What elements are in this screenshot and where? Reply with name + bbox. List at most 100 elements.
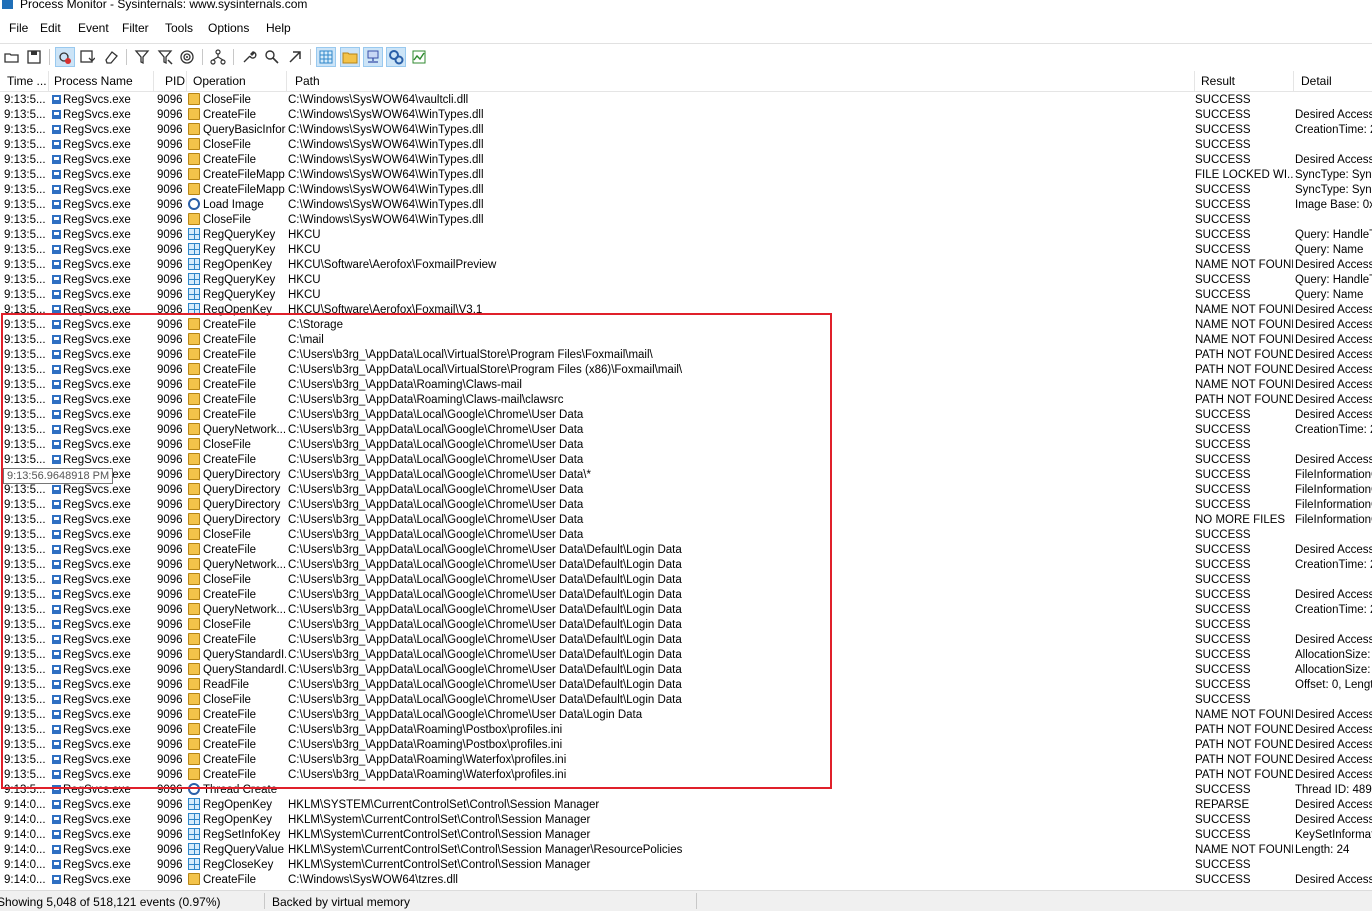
table-row[interactable]: 9:13:5... RegSvcs.exe 9096 CreateFile C:\Use…: [0, 393, 1372, 408]
table-row[interactable]: 9:13:5...RegSvcs.exe9096QueryDirectoryC:…: [0, 513, 1372, 528]
table-row[interactable]: 9:13:5... RegSvcs.exe 9096 RegQueryKey HKCU S…: [0, 243, 1372, 258]
include-process-icon[interactable]: [177, 47, 197, 67]
process-icon: [52, 455, 61, 464]
table-row[interactable]: 9:13:5... RegSvcs.exe 9096 CreateFile C:\Win…: [0, 108, 1372, 123]
file-icon: [188, 678, 200, 690]
profiling-icon[interactable]: [409, 47, 429, 67]
file-activity-icon[interactable]: [340, 47, 360, 67]
table-row[interactable]: 9:13:5... RegSvcs.exe 9096 CreateFile C:\Use…: [0, 723, 1372, 738]
menu-options[interactable]: Options: [208, 21, 249, 35]
table-row[interactable]: 9:13:5... RegSvcs.exe 9096 CreateFile C:\Use…: [0, 633, 1372, 648]
table-row[interactable]: 9:13:5... RegSvcs.exe 9096 RegQueryKey HKCU S…: [0, 228, 1372, 243]
cell-process: RegSvcs.exe: [52, 138, 152, 153]
table-row[interactable]: 9:13:5... RegSvcs.exe 9096 CloseFile C:\Wind…: [0, 138, 1372, 153]
table-row[interactable]: 9:13:5... RegSvcs.exe 9096 ReadFile C:\Users…: [0, 678, 1372, 693]
menu-tools[interactable]: Tools: [165, 21, 193, 35]
table-row[interactable]: 9:14:0... RegSvcs.exe 9096 RegSetInfoKey HKL…: [0, 828, 1372, 843]
find-icon[interactable]: [262, 47, 282, 67]
table-row[interactable]: 9:13:5... RegSvcs.exe 9096 CloseFile C:\Wind…: [0, 213, 1372, 228]
cell-operation: CreateFile: [188, 348, 286, 363]
table-row[interactable]: 9:13:5... RegSvcs.exe 9096 Load Image C:\Win…: [0, 198, 1372, 213]
table-row[interactable]: 9:13:5... RegSvcs.exe 9096 RegQueryKey HKCU S…: [0, 288, 1372, 303]
table-row[interactable]: 9:14:0... RegSvcs.exe 9096 CreateFile C:\Win…: [0, 873, 1372, 888]
event-list[interactable]: 9:13:5... RegSvcs.exe 9096 CloseFile C:\Wind…: [0, 93, 1372, 888]
table-row[interactable]: 9:13:5... RegSvcs.exe 9096 CloseFile C:\User…: [0, 438, 1372, 453]
table-row[interactable]: 9:13:5... RegSvcs.exe 9096 RegOpenKey HKCU\S…: [0, 258, 1372, 273]
table-row[interactable]: 9:13:5...RegSvcs.exe9096QueryDirectoryC:…: [0, 483, 1372, 498]
table-row[interactable]: 9:13:5... RegSvcs.exe 9096 CreateFile C:\Use…: [0, 378, 1372, 393]
menu-event[interactable]: Event: [78, 21, 109, 35]
table-row[interactable]: 9:13:5... RegSvcs.exe 9096 CloseFile C:\User…: [0, 528, 1372, 543]
menu-filter[interactable]: Filter: [122, 21, 149, 35]
table-row[interactable]: 9:13:5... RegSvcs.exe 9096 Thread Create SUC…: [0, 783, 1372, 798]
table-row[interactable]: 9:13:5... RegSvcs.exe 9096 CreateFile C:\Use…: [0, 708, 1372, 723]
capture-icon[interactable]: [55, 47, 75, 67]
table-row[interactable]: 9:13:5...RegSvcs.exe9096QueryDirectoryC:…: [0, 468, 1372, 483]
table-row[interactable]: 9:14:0... RegSvcs.exe 9096 RegQueryValue HKL…: [0, 843, 1372, 858]
network-activity-icon[interactable]: [363, 47, 383, 67]
table-row[interactable]: 9:13:5... RegSvcs.exe 9096 CloseFile C:\User…: [0, 693, 1372, 708]
menu-edit[interactable]: Edit: [40, 21, 61, 35]
table-row[interactable]: 9:14:0... RegSvcs.exe 9096 RegOpenKey HKLM\S…: [0, 813, 1372, 828]
cell-pid: 9096: [157, 784, 183, 796]
open-icon[interactable]: [2, 47, 22, 67]
table-row[interactable]: 9:13:5... RegSvcs.exe 9096 QueryNetwork... C…: [0, 558, 1372, 573]
table-row[interactable]: 9:13:5... RegSvcs.exe 9096 CloseFile C:\Wind…: [0, 93, 1372, 108]
table-row[interactable]: 9:13:5... RegSvcs.exe 9096 CreateFile C:\Win…: [0, 153, 1372, 168]
save-icon[interactable]: [24, 47, 44, 67]
table-row[interactable]: 9:13:5... RegSvcs.exe 9096 CreateFile C:\Use…: [0, 753, 1372, 768]
clear-icon[interactable]: [101, 47, 121, 67]
table-row[interactable]: 9:13:5... RegSvcs.exe 9096 CreateFile C:\Use…: [0, 348, 1372, 363]
table-row[interactable]: 9:13:5... RegSvcs.exe 9096 CreateFile C:\Use…: [0, 768, 1372, 783]
cell-pid: 9096: [157, 409, 183, 421]
cell-pid: 9096: [157, 394, 183, 406]
process-activity-icon[interactable]: [386, 47, 406, 67]
filter-icon[interactable]: [132, 47, 152, 67]
table-row[interactable]: 9:13:5... RegSvcs.exe 9096 QueryStandardI..…: [0, 663, 1372, 678]
table-row[interactable]: 9:13:5... RegSvcs.exe 9096 CloseFile C:\User…: [0, 573, 1372, 588]
table-row[interactable]: 9:13:5... RegSvcs.exe 9096 RegQueryKey HKCU S…: [0, 273, 1372, 288]
properties-icon[interactable]: [239, 47, 259, 67]
file-icon: [188, 558, 200, 570]
table-row[interactable]: 9:13:5... RegSvcs.exe 9096 QueryStandardI..…: [0, 648, 1372, 663]
registry-activity-icon[interactable]: [316, 47, 336, 67]
table-row[interactable]: 9:13:5... RegSvcs.exe 9096 QueryNetwork... C…: [0, 423, 1372, 438]
autoscroll-icon[interactable]: [77, 47, 97, 67]
col-detail[interactable]: Detail: [1301, 74, 1371, 88]
table-row[interactable]: 9:13:5... RegSvcs.exe 9096 CreateFile C:\Sto…: [0, 318, 1372, 333]
col-process-name[interactable]: Process Name: [54, 74, 149, 88]
col-time[interactable]: Time ...: [7, 74, 47, 88]
table-row[interactable]: 9:13:5... RegSvcs.exe 9096 QueryBasicInfor.…: [0, 123, 1372, 138]
cell-detail: Desired Access:: [1295, 319, 1372, 331]
table-row[interactable]: 9:13:5... RegSvcs.exe 9096 CreateFile C:\Use…: [0, 453, 1372, 468]
cell-process: RegSvcs.exe: [52, 393, 152, 408]
cell-detail: CreationTime: 2(: [1295, 424, 1372, 436]
process-tree-icon[interactable]: [208, 47, 228, 67]
col-path[interactable]: Path: [295, 74, 495, 88]
col-operation[interactable]: Operation: [193, 74, 283, 88]
table-row[interactable]: 9:13:5... RegSvcs.exe 9096 CreateFileMapp..…: [0, 168, 1372, 183]
table-row[interactable]: 9:13:5... RegSvcs.exe 9096 CreateFileMapp..…: [0, 183, 1372, 198]
highlight-icon[interactable]: [155, 47, 175, 67]
table-row[interactable]: 9:13:5... RegSvcs.exe 9096 CreateFile C:\Use…: [0, 588, 1372, 603]
table-row[interactable]: 9:13:5... RegSvcs.exe 9096 CreateFile C:\Use…: [0, 363, 1372, 378]
cell-operation: Load Image: [188, 198, 286, 213]
cell-time: 9:13:5...: [4, 664, 46, 676]
cell-result: SUCCESS: [1195, 229, 1251, 241]
table-row[interactable]: 9:13:5... RegSvcs.exe 9096 CreateFile C:\Use…: [0, 543, 1372, 558]
table-row[interactable]: 9:14:0... RegSvcs.exe 9096 RegOpenKey HKLM\S…: [0, 798, 1372, 813]
table-row[interactable]: 9:13:5... RegSvcs.exe 9096 QueryNetwork... C…: [0, 603, 1372, 618]
table-row[interactable]: 9:13:5... RegSvcs.exe 9096 RegOpenKey HKCU\S…: [0, 303, 1372, 318]
table-row[interactable]: 9:13:5... RegSvcs.exe 9096 CreateFile C:\Use…: [0, 408, 1372, 423]
table-row[interactable]: 9:13:5... RegSvcs.exe 9096 CreateFile C:\Use…: [0, 738, 1372, 753]
table-row[interactable]: 9:14:0... RegSvcs.exe 9096 RegCloseKey HKLM\…: [0, 858, 1372, 873]
menu-file[interactable]: File: [9, 21, 28, 35]
menu-help[interactable]: Help: [266, 21, 291, 35]
col-result[interactable]: Result: [1201, 74, 1291, 88]
operation-name: QueryDirectory: [203, 469, 281, 481]
table-row[interactable]: 9:13:5... RegSvcs.exe 9096 CreateFile C:\mai…: [0, 333, 1372, 348]
col-pid[interactable]: PID: [165, 74, 187, 88]
jump-to-icon[interactable]: [285, 47, 305, 67]
table-row[interactable]: 9:13:5...RegSvcs.exe9096QueryDirectoryC:…: [0, 498, 1372, 513]
table-row[interactable]: 9:13:5... RegSvcs.exe 9096 CloseFile C:\User…: [0, 618, 1372, 633]
